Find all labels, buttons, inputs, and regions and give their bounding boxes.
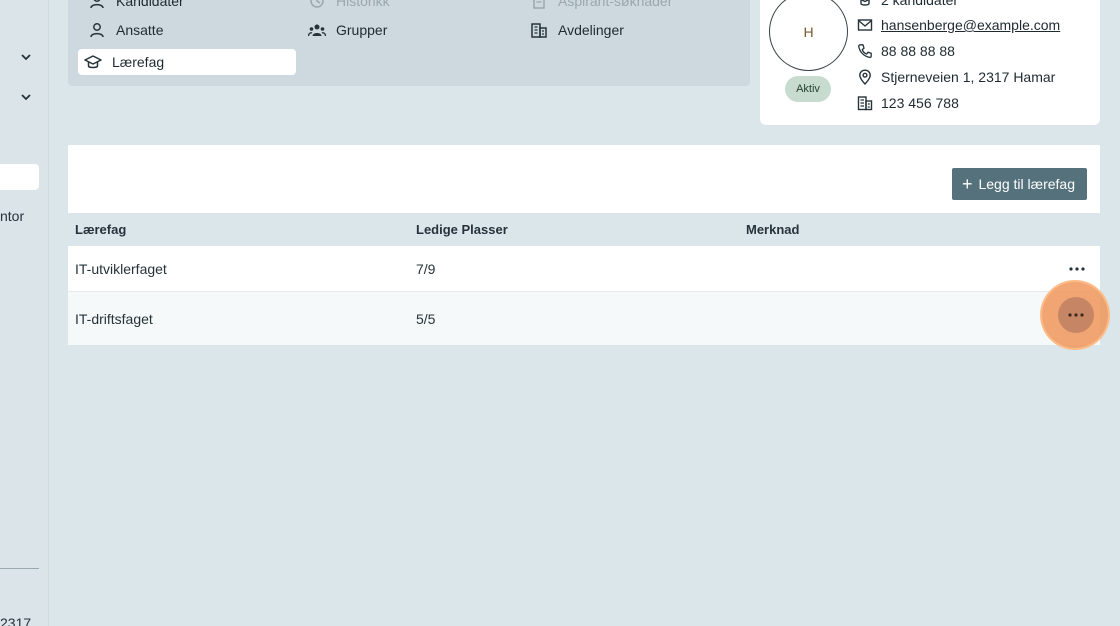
subject-cell: IT-driftsfaget <box>75 310 153 327</box>
nav-item-historikk[interactable]: Historikk <box>302 0 398 14</box>
nav-item-label: Historikk <box>336 0 390 9</box>
column-header-available[interactable]: Ledige Plasser <box>416 213 508 246</box>
table-row[interactable]: IT-driftsfaget 5/5 <box>68 292 1100 345</box>
sidebar: ntor 2317 <box>0 0 49 626</box>
school-icon <box>860 0 870 6</box>
add-subject-button[interactable]: + Legg til lærefag <box>951 168 1087 200</box>
phone-icon <box>858 44 872 59</box>
candidates-text: 2 kandidater <box>881 0 959 8</box>
address-text: Stjerneveien 1, 2317 Hamar <box>881 69 1056 85</box>
company-profile-card: H Aktiv 2 kandidater hansenberge@example… <box>760 0 1100 125</box>
org-number-text: 123 456 788 <box>881 95 959 111</box>
sidebar-cut-label: ntor <box>0 208 25 224</box>
nav-item-label: Kandidater <box>116 0 184 9</box>
sidebar-search-input[interactable] <box>0 164 39 190</box>
chevron-down-icon[interactable] <box>19 50 33 64</box>
nav-item-label: Aspirant-søknader <box>558 0 673 9</box>
section-nav: Kandidater Historikk Aspirant-søknader A… <box>68 0 750 86</box>
avatar: H <box>769 0 848 71</box>
chevron-down-icon[interactable] <box>19 90 33 104</box>
org-number-row: 123 456 788 <box>857 95 959 111</box>
nav-item-laerefag[interactable]: Lærefag <box>78 49 296 75</box>
school-icon <box>84 55 102 69</box>
nav-item-grupper[interactable]: Grupper <box>302 17 395 43</box>
nav-item-avdelinger[interactable]: Avdelinger <box>524 17 632 43</box>
more-options-icon[interactable] <box>1058 297 1094 333</box>
group-icon <box>308 24 326 37</box>
person-icon <box>90 0 104 9</box>
location-pin-icon <box>859 69 871 85</box>
status-badge: Aktiv <box>785 76 831 102</box>
table-header: Lærefag Ledige Plasser Merknad <box>68 213 1100 246</box>
column-header-subject[interactable]: Lærefag <box>75 213 126 246</box>
add-subject-label: Legg til lærefag <box>978 176 1075 192</box>
more-options-icon[interactable] <box>1066 258 1088 280</box>
table-row[interactable]: IT-utviklerfaget 7/9 <box>68 246 1100 292</box>
avatar-initial: H <box>803 23 814 40</box>
mail-icon <box>857 19 873 31</box>
subjects-table-panel: + Legg til lærefag Lærefag Ledige Plasse… <box>68 145 1100 345</box>
nav-item-ansatte[interactable]: Ansatte <box>82 17 171 43</box>
candidates-count: 2 kandidater <box>857 0 958 8</box>
nav-item-label: Lærefag <box>112 54 165 70</box>
plus-icon: + <box>961 174 973 194</box>
subject-cell: IT-utviklerfaget <box>75 260 167 277</box>
nav-item-label: Ansatte <box>116 22 164 38</box>
sidebar-cut-address: 2317 <box>0 615 32 626</box>
email-row: hansenberge@example.com <box>857 17 1060 33</box>
nav-item-label: Grupper <box>336 22 388 38</box>
email-link[interactable]: hansenberge@example.com <box>881 17 1060 33</box>
history-icon <box>310 0 324 8</box>
building-icon <box>531 23 547 38</box>
document-icon <box>533 0 545 9</box>
nav-item-label: Avdelinger <box>558 22 624 38</box>
building-icon <box>857 96 873 111</box>
available-cell: 7/9 <box>416 260 436 277</box>
nav-item-aspirant-soknader[interactable]: Aspirant-søknader <box>524 0 680 14</box>
address-row: Stjerneveien 1, 2317 Hamar <box>857 69 1055 85</box>
sidebar-divider <box>0 568 39 569</box>
person-icon <box>90 23 104 38</box>
column-header-note[interactable]: Merknad <box>746 213 799 246</box>
phone-text: 88 88 88 88 <box>881 43 955 59</box>
available-cell: 5/5 <box>416 310 436 327</box>
phone-row: 88 88 88 88 <box>857 43 955 59</box>
nav-item-kandidater[interactable]: Kandidater <box>82 0 192 14</box>
